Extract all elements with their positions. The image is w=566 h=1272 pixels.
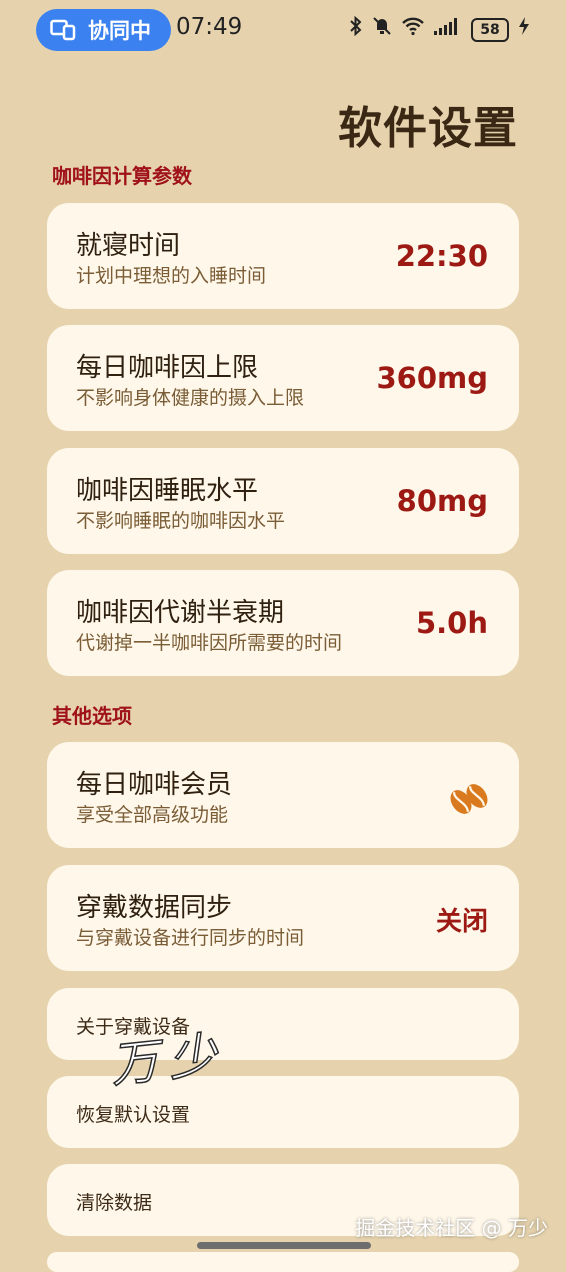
setting-value: 360mg — [376, 361, 488, 395]
charging-icon — [518, 16, 530, 43]
clock: 07:49 — [176, 14, 243, 40]
setting-value: 5.0h — [415, 606, 488, 640]
home-indicator[interactable] — [197, 1242, 371, 1249]
setting-title: 每日咖啡因上限 — [76, 353, 259, 383]
setting-value: 关闭 — [435, 907, 488, 937]
setting-subtitle: 与穿戴设备进行同步的时间 — [76, 927, 305, 949]
section-title-other: 其他选项 — [52, 704, 132, 728]
collaboration-label: 协同中 — [88, 19, 151, 43]
setting-value: 80mg — [396, 484, 488, 518]
signal-icon — [434, 16, 462, 43]
handwritten-watermark: 万少 — [107, 1025, 230, 1094]
setting-subtitle: 代谢掉一半咖啡因所需要的时间 — [76, 632, 343, 654]
setting-coffee-membership[interactable]: 每日咖啡会员 享受全部高级功能 — [47, 742, 519, 848]
page-title: 软件设置 — [338, 103, 518, 154]
setting-title: 就寝时间 — [76, 231, 181, 261]
setting-subtitle: 享受全部高级功能 — [76, 804, 229, 826]
wifi-icon — [401, 16, 425, 43]
setting-daily-caffeine-limit[interactable]: 每日咖啡因上限 不影响身体健康的摄入上限 360mg — [47, 325, 519, 431]
setting-subtitle: 计划中理想的入睡时间 — [76, 265, 267, 287]
bluetooth-icon — [349, 15, 363, 43]
setting-subtitle: 不影响身体健康的摄入上限 — [76, 387, 305, 409]
setting-title: 每日咖啡会员 — [76, 770, 233, 800]
setting-subtitle: 不影响睡眠的咖啡因水平 — [76, 510, 286, 532]
setting-title: 清除数据 — [76, 1192, 153, 1214]
mute-bell-icon — [372, 16, 392, 43]
setting-title: 穿戴数据同步 — [76, 893, 233, 923]
setting-title: 咖啡因睡眠水平 — [76, 476, 259, 506]
setting-next-partial[interactable] — [47, 1252, 519, 1272]
multi-device-icon — [50, 19, 76, 41]
setting-caffeine-half-life[interactable]: 咖啡因代谢半衰期 代谢掉一半咖啡因所需要的时间 5.0h — [47, 570, 519, 676]
setting-title: 咖啡因代谢半衰期 — [76, 598, 285, 628]
setting-sleep-caffeine-level[interactable]: 咖啡因睡眠水平 不影响睡眠的咖啡因水平 80mg — [47, 448, 519, 554]
collaboration-pill[interactable]: 协同中 — [36, 9, 171, 51]
battery-indicator: 58 — [471, 17, 509, 42]
status-bar: 协同中 07:49 58 — [0, 0, 566, 60]
section-title-caffeine: 咖啡因计算参数 — [52, 164, 192, 188]
coffee-beans-icon — [447, 778, 491, 822]
setting-bedtime[interactable]: 就寝时间 计划中理想的入睡时间 22:30 — [47, 203, 519, 309]
setting-value: 22:30 — [395, 239, 488, 273]
setting-wearable-sync[interactable]: 穿戴数据同步 与穿戴设备进行同步的时间 关闭 — [47, 865, 519, 971]
footer-watermark: 掘金技术社区 @ 万少 — [355, 1216, 548, 1240]
system-icons: 58 — [349, 15, 530, 43]
setting-title: 恢复默认设置 — [76, 1104, 191, 1126]
